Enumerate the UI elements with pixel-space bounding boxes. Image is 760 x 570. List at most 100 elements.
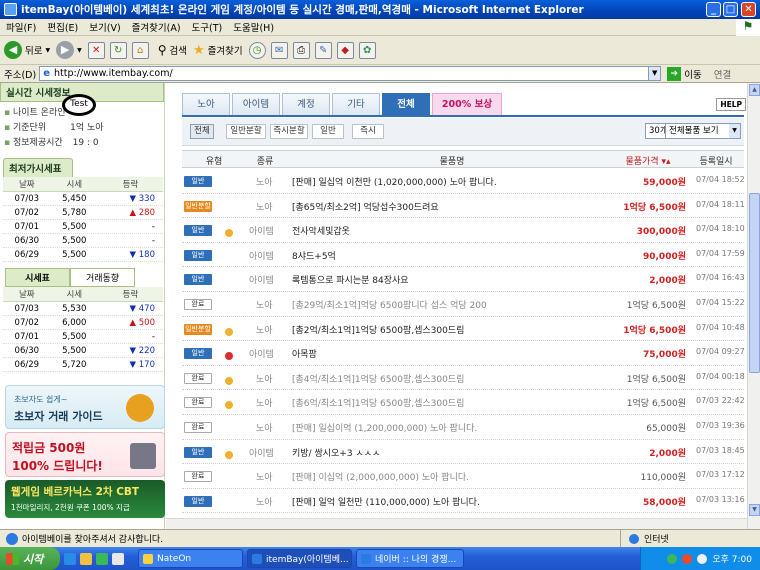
vertical-scrollbar[interactable]: ▲ ▼ (747, 83, 760, 529)
item-title-link[interactable]: [판매] 일십억 이천만 (1,020,000,000) 노아 팝니다. (292, 175, 497, 188)
header-price[interactable]: 물품가격 ▾▴ (618, 154, 678, 167)
list-item[interactable]: 일반 노아 [판매] 일억 일천만 (110,000,000) 노아 팝니다. 58,… (182, 489, 745, 514)
filter-instant-split[interactable]: 즉시분할 (270, 124, 308, 139)
browser-toolbar: ◀ 뒤로 ▼ ▶ ▼ ✕ ↻ ⌂ ⚲ 검색 ★ 즐겨찾기 ◷ ✉ ⎙ ✎ ◆ ✿ (0, 36, 760, 65)
reward-banner[interactable]: 적립금 500원 100% 드립니다! (5, 432, 165, 477)
tab-bonus[interactable]: 200% 보상 (432, 93, 502, 115)
list-item[interactable]: 일반 아이템 전사악세및갑옷 300,000원 07/04 18:10 (182, 218, 745, 243)
links-button[interactable]: 연결 (714, 67, 731, 81)
menu-view[interactable]: 보기(V) (89, 20, 120, 34)
filter-normal[interactable]: 일반 (312, 124, 344, 139)
list-item[interactable]: 완료 노아 [판매] 일십이억 (1,200,000,000) 노아 팝니다. 65,… (182, 415, 745, 440)
item-title-link[interactable]: 아목팜 (292, 347, 317, 360)
item-title-link[interactable]: [총4억/최소1억]1억당 6500팜,셉스300드림 (292, 372, 464, 385)
realtime-unit: ▪ 기준단위 1억 노아 (4, 123, 104, 133)
tab-noah[interactable]: 노아 (182, 93, 230, 115)
beginner-guide-banner[interactable]: 초보자도 쉽게~ 초보자 거래 가이드 (5, 385, 165, 429)
webgame-cbt-banner[interactable]: 웹게임 베르카닉스 2차 CBT 1천마일리지, 2천원 쿠폰 100% 지급 (5, 480, 165, 518)
task-itembay[interactable]: itemBay(아이템베... (247, 549, 352, 568)
maximize-button[interactable]: □ (723, 2, 738, 17)
tray-network-icon[interactable] (667, 553, 678, 564)
list-item[interactable]: 일반분할 노아 [총65억/최소2억] 억당섭수300드려요 1억당 6,500원 07… (182, 194, 745, 219)
go-button[interactable]: ➔ 이동 (667, 66, 702, 81)
mail-icon[interactable]: ✉ (270, 41, 288, 59)
item-date: 07/04 18:11 (696, 199, 745, 209)
filter-instant[interactable]: 즉시 (352, 124, 384, 139)
task-naver[interactable]: 네이버 :: 나의 경쟁... (356, 549, 464, 568)
search-button[interactable]: ⚲ 검색 (158, 43, 187, 57)
menu-file[interactable]: 파일(F) (6, 20, 36, 34)
task-nateon[interactable]: NateOn (138, 549, 243, 568)
back-button[interactable]: ◀ 뒤로 ▼ (4, 41, 50, 59)
address-input[interactable]: e http://www.itembay.com/ ▼ (39, 66, 662, 81)
favorites-button[interactable]: ★ 즐겨찾기 (193, 43, 243, 58)
quicklaunch-folder-icon[interactable] (80, 552, 92, 565)
chevron-down-icon[interactable]: ▼ (45, 47, 50, 54)
close-button[interactable]: ✕ (741, 2, 756, 17)
menu-help[interactable]: 도움말(H) (233, 20, 274, 34)
tab-account[interactable]: 계정 (282, 93, 330, 115)
tab-all[interactable]: 전체 (382, 93, 430, 115)
list-item[interactable]: 완료 노아 [총29억/최소1억]억당 6500팝니다 섭스 억당 200 1억당 6… (182, 292, 745, 317)
help-button[interactable]: HELP (716, 98, 746, 111)
item-title-link[interactable]: 전사악세및갑옷 (292, 224, 350, 237)
start-button[interactable]: 시작 (0, 547, 60, 570)
minimize-button[interactable]: _ (706, 2, 721, 17)
quicklaunch-desktop-icon[interactable] (112, 552, 124, 565)
horizontal-scrollbar[interactable] (166, 518, 747, 529)
quicklaunch-ie-icon[interactable] (64, 552, 76, 565)
filter-normal-split[interactable]: 일반분할 (226, 124, 266, 139)
address-dropdown-icon[interactable]: ▼ (648, 67, 661, 80)
item-title-link[interactable]: [판매] 일십이억 (1,200,000,000) 노아 팝니다. (292, 421, 477, 434)
forward-button[interactable]: ▶ ▼ (56, 41, 82, 59)
print-icon[interactable]: ⎙ (292, 41, 310, 59)
menu-tools[interactable]: 도구(T) (192, 20, 223, 34)
col-date: 날짜 (3, 177, 51, 192)
banner1-line1: 초보자도 쉽게~ (14, 395, 68, 404)
item-title-link[interactable]: 키방/ 쌍시오+3 ㅅㅅㅅ (292, 446, 380, 459)
menu-favorites[interactable]: 즐겨찾기(A) (132, 20, 181, 34)
list-item[interactable]: 일반 아이템 8샤드+5억 90,000원 07/04 17:59 (182, 243, 745, 268)
history-icon[interactable]: ◷ (248, 41, 266, 59)
item-title-link[interactable]: 록템통으로 파시는분 84장사요 (292, 273, 409, 286)
home-icon[interactable]: ⌂ (131, 41, 149, 59)
list-item[interactable]: 일반 아이템 아목팜 75,000원 07/04 09:27 (182, 341, 745, 366)
messenger-icon[interactable]: ✿ (358, 41, 376, 59)
row-change: - (97, 219, 163, 234)
list-item[interactable]: 일반분할 노아 [총2억/최소1억]1억당 6500팜,셉스300드림 1억당 6,5… (182, 317, 745, 342)
list-item[interactable]: 일반 노아 [판매] 일십억 이천만 (1,020,000,000) 노아 팝니다.… (182, 169, 745, 194)
tray-volume-icon[interactable] (697, 553, 708, 564)
filter-all[interactable]: 전체 (190, 124, 214, 139)
view-select[interactable]: 전체물품 보기 ▼ (665, 123, 741, 139)
list-item[interactable]: 일반 아이템 록템통으로 파시는분 84장사요 2,000원 07/04 16:43 (182, 267, 745, 292)
discuss-icon[interactable]: ◆ (336, 41, 354, 59)
edit-icon[interactable]: ✎ (314, 41, 332, 59)
quicklaunch-media-icon[interactable] (96, 552, 108, 565)
item-title-link[interactable]: 8샤드+5억 (292, 249, 336, 262)
list-item[interactable]: 완료 노아 [총4억/최소1억]1억당 6500팜,셉스300드림 1억당 6,500… (182, 366, 745, 391)
window-titlebar: itemBay(아이템베이) 세계최초! 온라인 게임 계정/아이템 등 실시간… (0, 0, 760, 19)
item-title-link[interactable]: [총65억/최소2억] 억당섭수300드려요 (292, 200, 439, 213)
item-title-link[interactable]: [총6억/최소1억]1억당 6500팜,셉스300드림 (292, 396, 464, 409)
item-title-link[interactable]: [판매] 이십억 (2,000,000,000) 노아 팝니다. (292, 470, 469, 483)
list-item[interactable]: 일반 아이템 키방/ 쌍시오+3 ㅅㅅㅅ 2,000원 07/03 18:45 (182, 440, 745, 465)
stop-icon[interactable]: ✕ (87, 41, 105, 59)
item-title-link[interactable]: [총2억/최소1억]1억당 6500팜,셉스300드림 (292, 323, 464, 336)
item-title-link[interactable]: [판매] 일억 일천만 (110,000,000) 노아 팝니다. (292, 495, 480, 508)
tab-item[interactable]: 아이템 (232, 93, 280, 115)
scroll-down-icon[interactable]: ▼ (749, 504, 760, 516)
chevron-down-icon[interactable]: ▼ (77, 47, 82, 54)
menu-edit[interactable]: 편집(E) (47, 20, 78, 34)
tab-market-table[interactable]: 시세표 (5, 268, 70, 287)
scroll-thumb[interactable] (749, 193, 760, 373)
refresh-icon[interactable]: ↻ (109, 41, 127, 59)
list-item[interactable]: 완료 노아 [총6억/최소1억]1억당 6500팜,셉스300드림 1억당 6,500… (182, 390, 745, 415)
list-item[interactable]: 완료 노아 [판매] 이십억 (2,000,000,000) 노아 팝니다. 110,… (182, 464, 745, 489)
row-date: 06/30 (3, 233, 51, 248)
tab-etc[interactable]: 기타 (332, 93, 380, 115)
item-title-link[interactable]: [총29억/최소1억]억당 6500팝니다 섭스 억당 200 (292, 298, 487, 311)
status-badge: 완료 (184, 372, 212, 384)
tray-alert-icon[interactable] (682, 553, 693, 564)
tab-trade-trend[interactable]: 거래동향 (70, 268, 135, 287)
scroll-up-icon[interactable]: ▲ (749, 84, 760, 96)
